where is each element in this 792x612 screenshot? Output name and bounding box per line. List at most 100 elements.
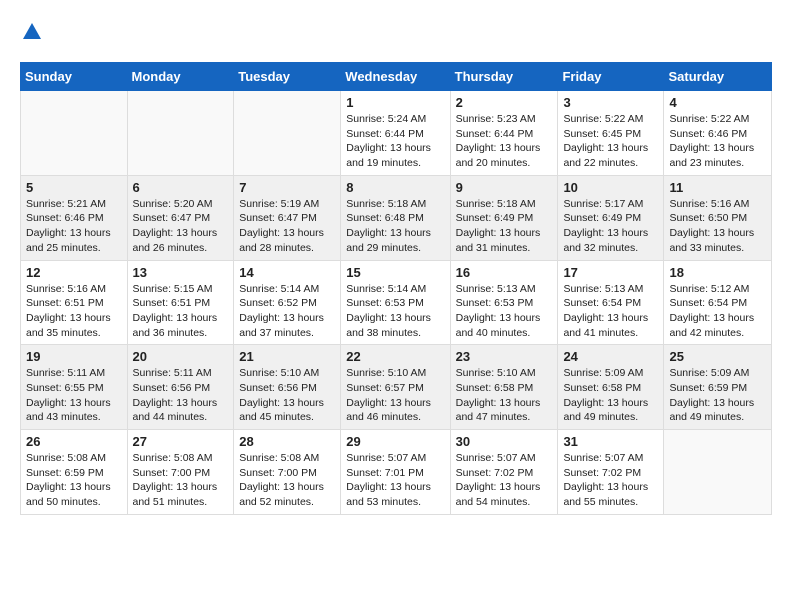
day-info: Sunrise: 5:16 AM Sunset: 6:50 PM Dayligh… [669, 197, 766, 256]
day-info: Sunrise: 5:11 AM Sunset: 6:55 PM Dayligh… [26, 366, 122, 425]
calendar-cell: 9 Sunrise: 5:18 AM Sunset: 6:49 PM Daylig… [450, 175, 558, 260]
calendar-cell: 28 Sunrise: 5:08 AM Sunset: 7:00 PM Dayli… [234, 430, 341, 515]
day-number: 9 [456, 180, 553, 195]
day-number: 24 [563, 349, 658, 364]
day-info: Sunrise: 5:10 AM Sunset: 6:58 PM Dayligh… [456, 366, 553, 425]
day-info: Sunrise: 5:12 AM Sunset: 6:54 PM Dayligh… [669, 282, 766, 341]
calendar-table: SundayMondayTuesdayWednesdayThursdayFrid… [20, 62, 772, 515]
day-info: Sunrise: 5:09 AM Sunset: 6:59 PM Dayligh… [669, 366, 766, 425]
day-number: 18 [669, 265, 766, 280]
calendar-cell: 20 Sunrise: 5:11 AM Sunset: 6:56 PM Dayli… [127, 345, 234, 430]
logo [20, 20, 41, 46]
day-number: 10 [563, 180, 658, 195]
day-info: Sunrise: 5:07 AM Sunset: 7:02 PM Dayligh… [456, 451, 553, 510]
calendar-header-row: SundayMondayTuesdayWednesdayThursdayFrid… [21, 63, 772, 91]
day-info: Sunrise: 5:20 AM Sunset: 6:47 PM Dayligh… [133, 197, 229, 256]
day-number: 16 [456, 265, 553, 280]
day-info: Sunrise: 5:07 AM Sunset: 7:01 PM Dayligh… [346, 451, 444, 510]
calendar-week-row: 26Sunrise: 5:08 AM Sunset: 6:59 PM Dayli… [21, 430, 772, 515]
day-info: Sunrise: 5:13 AM Sunset: 6:53 PM Dayligh… [456, 282, 553, 341]
day-info: Sunrise: 5:10 AM Sunset: 6:57 PM Dayligh… [346, 366, 444, 425]
calendar-cell: 19Sunrise: 5:11 AM Sunset: 6:55 PM Dayli… [21, 345, 128, 430]
calendar-cell [127, 91, 234, 176]
day-number: 1 [346, 95, 444, 110]
day-info: Sunrise: 5:19 AM Sunset: 6:47 PM Dayligh… [239, 197, 335, 256]
day-info: Sunrise: 5:24 AM Sunset: 6:44 PM Dayligh… [346, 112, 444, 171]
day-number: 29 [346, 434, 444, 449]
day-info: Sunrise: 5:14 AM Sunset: 6:53 PM Dayligh… [346, 282, 444, 341]
calendar-cell: 12Sunrise: 5:16 AM Sunset: 6:51 PM Dayli… [21, 260, 128, 345]
calendar-cell [234, 91, 341, 176]
day-number: 22 [346, 349, 444, 364]
day-number: 13 [133, 265, 229, 280]
calendar-cell: 16 Sunrise: 5:13 AM Sunset: 6:53 PM Dayli… [450, 260, 558, 345]
calendar-week-row: 12Sunrise: 5:16 AM Sunset: 6:51 PM Dayli… [21, 260, 772, 345]
calendar-cell: 17 Sunrise: 5:13 AM Sunset: 6:54 PM Dayli… [558, 260, 664, 345]
col-header-sunday: Sunday [21, 63, 128, 91]
day-info: Sunrise: 5:22 AM Sunset: 6:46 PM Dayligh… [669, 112, 766, 171]
col-header-thursday: Thursday [450, 63, 558, 91]
day-info: Sunrise: 5:18 AM Sunset: 6:48 PM Dayligh… [346, 197, 444, 256]
calendar-cell: 15 Sunrise: 5:14 AM Sunset: 6:53 PM Dayli… [341, 260, 450, 345]
calendar-cell: 29 Sunrise: 5:07 AM Sunset: 7:01 PM Dayli… [341, 430, 450, 515]
calendar-cell: 22 Sunrise: 5:10 AM Sunset: 6:57 PM Dayli… [341, 345, 450, 430]
day-number: 6 [133, 180, 229, 195]
day-info: Sunrise: 5:11 AM Sunset: 6:56 PM Dayligh… [133, 366, 229, 425]
day-info: Sunrise: 5:15 AM Sunset: 6:51 PM Dayligh… [133, 282, 229, 341]
day-info: Sunrise: 5:10 AM Sunset: 6:56 PM Dayligh… [239, 366, 335, 425]
day-info: Sunrise: 5:18 AM Sunset: 6:49 PM Dayligh… [456, 197, 553, 256]
calendar-week-row: 1 Sunrise: 5:24 AM Sunset: 6:44 PM Daylig… [21, 91, 772, 176]
day-info: Sunrise: 5:23 AM Sunset: 6:44 PM Dayligh… [456, 112, 553, 171]
day-number: 3 [563, 95, 658, 110]
page-header [20, 20, 772, 46]
day-number: 2 [456, 95, 553, 110]
day-info: Sunrise: 5:17 AM Sunset: 6:49 PM Dayligh… [563, 197, 658, 256]
calendar-cell: 5 Sunrise: 5:21 AM Sunset: 6:46 PM Daylig… [21, 175, 128, 260]
day-number: 8 [346, 180, 444, 195]
day-number: 28 [239, 434, 335, 449]
day-number: 20 [133, 349, 229, 364]
calendar-cell: 8 Sunrise: 5:18 AM Sunset: 6:48 PM Daylig… [341, 175, 450, 260]
day-number: 14 [239, 265, 335, 280]
day-number: 15 [346, 265, 444, 280]
day-number: 5 [26, 180, 122, 195]
day-number: 27 [133, 434, 229, 449]
day-number: 17 [563, 265, 658, 280]
calendar-cell: 31 Sunrise: 5:07 AM Sunset: 7:02 PM Dayli… [558, 430, 664, 515]
day-info: Sunrise: 5:08 AM Sunset: 7:00 PM Dayligh… [133, 451, 229, 510]
col-header-monday: Monday [127, 63, 234, 91]
logo-icon [23, 23, 41, 39]
calendar-cell: 10 Sunrise: 5:17 AM Sunset: 6:49 PM Dayli… [558, 175, 664, 260]
calendar-cell: 30 Sunrise: 5:07 AM Sunset: 7:02 PM Dayli… [450, 430, 558, 515]
day-number: 25 [669, 349, 766, 364]
day-number: 31 [563, 434, 658, 449]
calendar-week-row: 19Sunrise: 5:11 AM Sunset: 6:55 PM Dayli… [21, 345, 772, 430]
calendar-cell: 7Sunrise: 5:19 AM Sunset: 6:47 PM Daylig… [234, 175, 341, 260]
day-number: 26 [26, 434, 122, 449]
day-info: Sunrise: 5:14 AM Sunset: 6:52 PM Dayligh… [239, 282, 335, 341]
day-number: 30 [456, 434, 553, 449]
col-header-wednesday: Wednesday [341, 63, 450, 91]
calendar-cell: 11Sunrise: 5:16 AM Sunset: 6:50 PM Dayli… [664, 175, 772, 260]
calendar-cell: 4 Sunrise: 5:22 AM Sunset: 6:46 PM Daylig… [664, 91, 772, 176]
calendar-cell [664, 430, 772, 515]
calendar-cell [21, 91, 128, 176]
calendar-cell: 27 Sunrise: 5:08 AM Sunset: 7:00 PM Dayli… [127, 430, 234, 515]
calendar-cell: 18 Sunrise: 5:12 AM Sunset: 6:54 PM Dayli… [664, 260, 772, 345]
calendar-cell: 26Sunrise: 5:08 AM Sunset: 6:59 PM Dayli… [21, 430, 128, 515]
day-info: Sunrise: 5:07 AM Sunset: 7:02 PM Dayligh… [563, 451, 658, 510]
day-info: Sunrise: 5:22 AM Sunset: 6:45 PM Dayligh… [563, 112, 658, 171]
day-info: Sunrise: 5:08 AM Sunset: 7:00 PM Dayligh… [239, 451, 335, 510]
day-number: 21 [239, 349, 335, 364]
day-number: 4 [669, 95, 766, 110]
day-info: Sunrise: 5:13 AM Sunset: 6:54 PM Dayligh… [563, 282, 658, 341]
calendar-cell: 21 Sunrise: 5:10 AM Sunset: 6:56 PM Dayli… [234, 345, 341, 430]
day-number: 23 [456, 349, 553, 364]
calendar-cell: 13 Sunrise: 5:15 AM Sunset: 6:51 PM Dayli… [127, 260, 234, 345]
day-info: Sunrise: 5:09 AM Sunset: 6:58 PM Dayligh… [563, 366, 658, 425]
day-info: Sunrise: 5:21 AM Sunset: 6:46 PM Dayligh… [26, 197, 122, 256]
col-header-tuesday: Tuesday [234, 63, 341, 91]
calendar-cell: 25 Sunrise: 5:09 AM Sunset: 6:59 PM Dayli… [664, 345, 772, 430]
day-info: Sunrise: 5:16 AM Sunset: 6:51 PM Dayligh… [26, 282, 122, 341]
calendar-cell: 6 Sunrise: 5:20 AM Sunset: 6:47 PM Daylig… [127, 175, 234, 260]
